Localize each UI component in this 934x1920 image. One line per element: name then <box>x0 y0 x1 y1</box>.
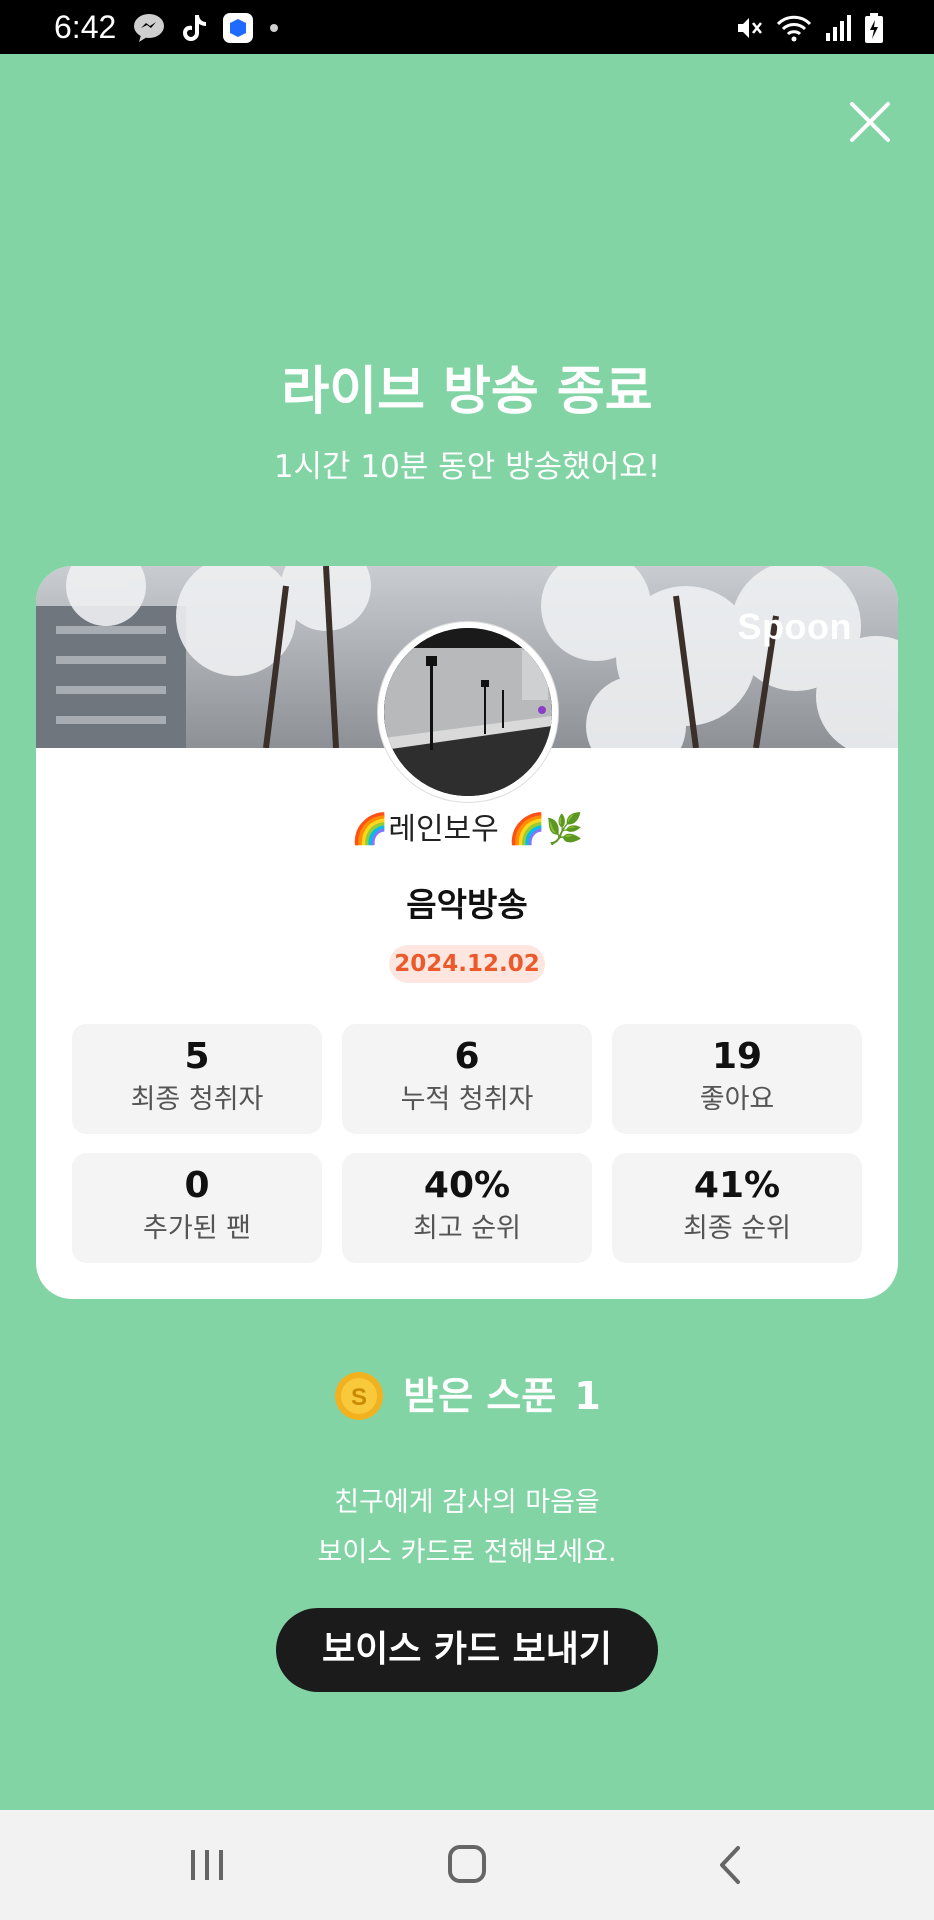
stat-value: 0 <box>184 1165 210 1206</box>
stat-value: 19 <box>711 1036 763 1077</box>
spoon-logo: Spoon <box>737 606 852 647</box>
tiktok-icon <box>183 15 206 41</box>
received-spoons: S 받은 스푼 1 <box>0 1366 934 1426</box>
system-icons <box>734 12 884 44</box>
stream-title: 음악방송 <box>406 885 528 924</box>
stat-added-fans: 0 추가된 팬 <box>72 1153 322 1263</box>
stat-label: 최종 순위 <box>683 1213 791 1244</box>
stat-label: 추가된 팬 <box>143 1213 251 1244</box>
coin-letter: S <box>351 1384 367 1411</box>
messenger-icon <box>134 14 164 42</box>
stat-label: 최종 청취자 <box>130 1084 264 1115</box>
stat-total-listeners: 6 누적 청취자 <box>342 1024 592 1134</box>
received-spoons-count: 1 <box>574 1374 601 1418</box>
stat-final-listeners: 5 최종 청취자 <box>72 1024 322 1134</box>
status-bar: 6:42 <box>0 0 934 54</box>
stat-label: 좋아요 <box>699 1084 775 1115</box>
recent-apps-icon[interactable] <box>177 1840 237 1890</box>
thanks-line-1: 친구에게 감사의 마음을 <box>334 1487 600 1518</box>
send-voice-card-button[interactable]: 보이스 카드 보내기 <box>276 1608 658 1692</box>
home-icon[interactable] <box>437 1840 497 1890</box>
stat-value: 40% <box>423 1165 511 1206</box>
stat-likes: 19 좋아요 <box>612 1024 862 1134</box>
thanks-line-2: 보이스 카드로 전해보세요. <box>317 1537 617 1568</box>
close-icon[interactable] <box>846 98 894 146</box>
stat-final-rank: 41% 최종 순위 <box>612 1153 862 1263</box>
thanks-message: 친구에게 감사의 마음을 보이스 카드로 전해보세요. <box>0 1478 934 1578</box>
status-time: 6:42 <box>54 9 117 45</box>
stat-label: 최고 순위 <box>413 1213 521 1244</box>
broadcast-summary-card: Spoon 🌈레인보우 🌈🌿 음악방송 2024.12.02 5 최종 청취자 … <box>36 566 898 1299</box>
battery-icon <box>865 13 883 43</box>
stat-label: 누적 청취자 <box>400 1084 534 1115</box>
received-spoons-label: 받은 스푼 <box>403 1374 557 1418</box>
stat-value: 6 <box>454 1036 480 1077</box>
broadcast-duration: 1시간 10분 동안 방송했어요! <box>273 449 661 485</box>
back-icon[interactable] <box>700 1840 760 1890</box>
notification-icons <box>132 12 280 44</box>
spoon-coin-icon: S <box>335 1372 384 1420</box>
stat-best-rank: 40% 최고 순위 <box>342 1153 592 1263</box>
stat-value: 5 <box>184 1036 210 1077</box>
stat-value: 41% <box>693 1165 781 1206</box>
mute-icon <box>738 18 762 38</box>
signal-icon <box>826 15 851 41</box>
dj-nickname: 🌈레인보우 🌈🌿 <box>351 812 583 847</box>
page-title: 라이브 방송 종료 <box>281 362 653 422</box>
dot-icon <box>270 24 278 32</box>
avatar[interactable] <box>378 622 558 802</box>
navigation-bar <box>0 1810 934 1920</box>
date-badge: 2024.12.02 <box>389 945 545 983</box>
app-icon <box>223 13 253 43</box>
wifi-icon <box>776 15 812 42</box>
